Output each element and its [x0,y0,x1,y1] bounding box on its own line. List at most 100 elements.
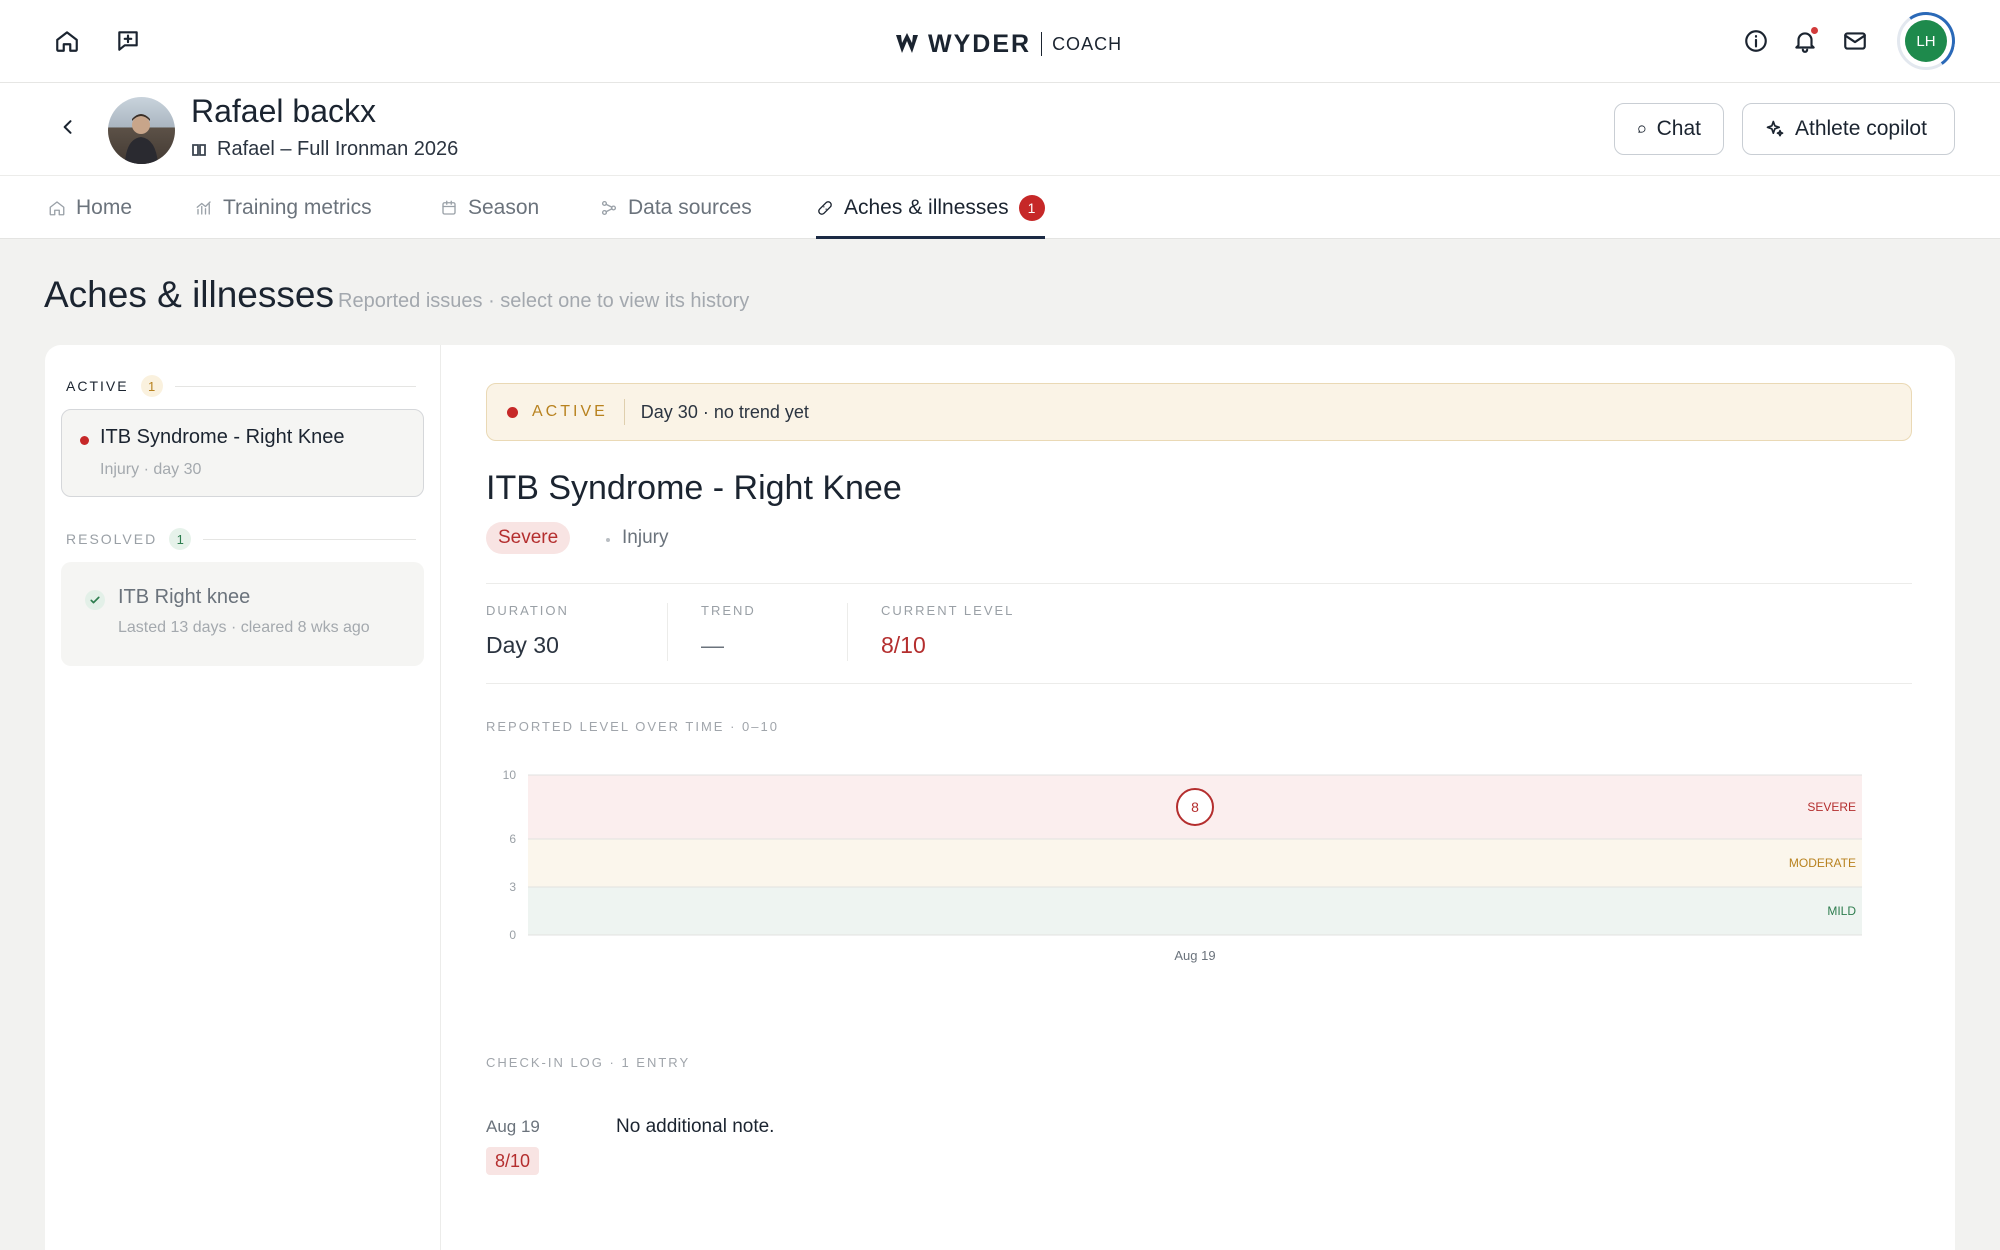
issues-card: ACTIVE 1 ITB Syndrome - Right Knee Injur… [45,345,1955,1250]
severity-badge: Severe [486,522,571,554]
notifications-button[interactable] [1785,21,1825,61]
stat-duration: DURATION Day 30 [486,603,569,659]
status-text: Day 30 · no trend yet [640,401,809,422]
status-banner: ACTIVE Day 30 · no trend yet [486,383,1912,441]
book-icon [192,143,206,156]
resolved-section-label: RESOLVED [66,531,158,547]
inbox-button[interactable] [1835,21,1875,61]
home-icon [56,31,78,52]
athlete-copilot-button[interactable]: Athlete copilot [1742,103,1955,155]
tab-home[interactable]: Home [48,176,132,239]
stat-duration-value: Day 30 [486,632,559,658]
stat-trend-value: — [701,632,724,658]
level-chart-svg: MILD MODERATE SEVERE 0 3 6 10 Aug 19 8 [503,768,1862,963]
tab-aches-illnesses-label: Aches & illnesses [844,195,1009,219]
log-entry-level: 8/10 [486,1147,540,1175]
athlete-header: Rafael backx Rafael – Full Ironman 2026 … [0,83,2000,176]
stat-duration-label: DURATION [486,603,569,618]
section-divider [174,385,416,387]
y-tick-label: 10 [503,768,517,782]
status-dot [507,406,518,418]
user-avatar: LH [1905,20,1947,62]
divider [486,583,1912,584]
tab-count-badge: 1 [1018,194,1045,221]
band-label-mild: MILD [1827,904,1856,918]
calendar-icon [442,200,456,215]
brand-logo[interactable]: WYDER COACH [894,24,1122,64]
active-issue-item[interactable]: ITB Syndrome - Right Knee Injury · day 3… [61,409,424,497]
athlete-program[interactable]: Rafael – Full Ironman 2026 [191,138,458,161]
level-chart: MILD MODERATE SEVERE 0 3 6 10 Aug 19 8 [486,755,1912,965]
x-tick-label: Aug 19 [1174,948,1215,963]
tab-aches-illnesses[interactable]: Aches & illnesses 1 [816,176,1045,239]
status-label: ACTIVE [532,403,608,420]
tab-season-label: Season [468,195,540,219]
check-icon [85,590,105,610]
stat-divider [847,603,848,661]
mail-icon [1844,32,1866,50]
brand-name: WYDER [928,29,1032,58]
status-divider [623,399,625,425]
notification-dot [1811,27,1818,34]
stat-trend-label: TREND [701,603,756,618]
athlete-name: Rafael backx [191,93,376,129]
severity-dot [80,436,89,445]
back-button[interactable] [50,109,86,145]
divider [486,683,1912,684]
new-message-button[interactable] [108,21,148,61]
active-issue-title: ITB Syndrome - Right Knee [100,426,345,448]
stat-current-level: CURRENT LEVEL 8/10 [881,603,1014,659]
resolved-issue-title: ITB Right knee [118,586,251,608]
chevron-left-icon [63,120,72,134]
y-tick-label: 3 [509,880,516,894]
active-issue-meta: Injury · day 30 [100,461,202,478]
y-tick-label: 6 [509,832,516,846]
program-name: Rafael – Full Ironman 2026 [217,138,459,160]
user-avatar-button[interactable]: LH [1897,12,1955,70]
band-moderate [528,839,1862,887]
bandage-icon [818,200,832,215]
resolved-section-header: RESOLVED 1 [66,528,416,550]
active-section-header: ACTIVE 1 [66,375,416,397]
data-point-label: 8 [1191,799,1199,815]
info-icon [1745,30,1767,52]
sparkle-icon [1766,120,1784,137]
issues-sidebar: ACTIVE 1 ITB Syndrome - Right Knee Injur… [45,345,441,1250]
athlete-copilot-label: Athlete copilot [1795,117,1927,140]
chat-bubble-icon [1638,125,1646,133]
home-button[interactable] [47,21,87,61]
issue-type: Injury [622,527,669,548]
chat-button-label: Chat [1656,117,1701,140]
band-label-severe: SEVERE [1807,800,1856,814]
wyder-logo-icon [896,33,918,53]
brand-product: COACH [1052,33,1123,54]
checkmark-glyph [90,596,100,604]
tab-training-metrics[interactable]: Training metrics [195,176,372,239]
separator-dot [606,538,610,542]
home-icon [49,200,65,215]
top-nav-bar: WYDER COACH LH [0,0,2000,83]
tab-season[interactable]: Season [440,176,539,239]
log-entry-note: No additional note. [616,1116,775,1137]
tab-data-sources-label: Data sources [628,195,752,219]
section-divider [203,538,416,540]
band-mild [528,887,1862,935]
page-subtitle: Reported issues · select one to view its… [338,290,750,312]
issue-title: ITB Syndrome - Right Knee [486,469,902,507]
tab-data-sources[interactable]: Data sources [600,176,752,239]
y-tick-label: 0 [509,928,516,942]
resolved-issue-item[interactable]: ITB Right knee Lasted 13 days · cleared … [61,562,424,666]
athlete-avatar [108,97,175,164]
stat-divider [667,603,668,661]
nodes-icon [601,200,617,215]
brand-divider [1041,32,1043,56]
info-button[interactable] [1736,21,1776,61]
page-title: Aches & illnesses [44,274,334,315]
log-label: CHECK-IN LOG · 1 ENTRY [486,1055,691,1070]
tab-training-metrics-label: Training metrics [223,195,372,219]
active-section-label: ACTIVE [66,378,129,394]
stat-current-level-value: 8/10 [881,632,926,658]
stat-current-level-label: CURRENT LEVEL [881,603,1015,618]
chat-button[interactable]: Chat [1614,103,1724,155]
athlete-tabs: Home Training metrics Season Data source… [0,176,2000,239]
